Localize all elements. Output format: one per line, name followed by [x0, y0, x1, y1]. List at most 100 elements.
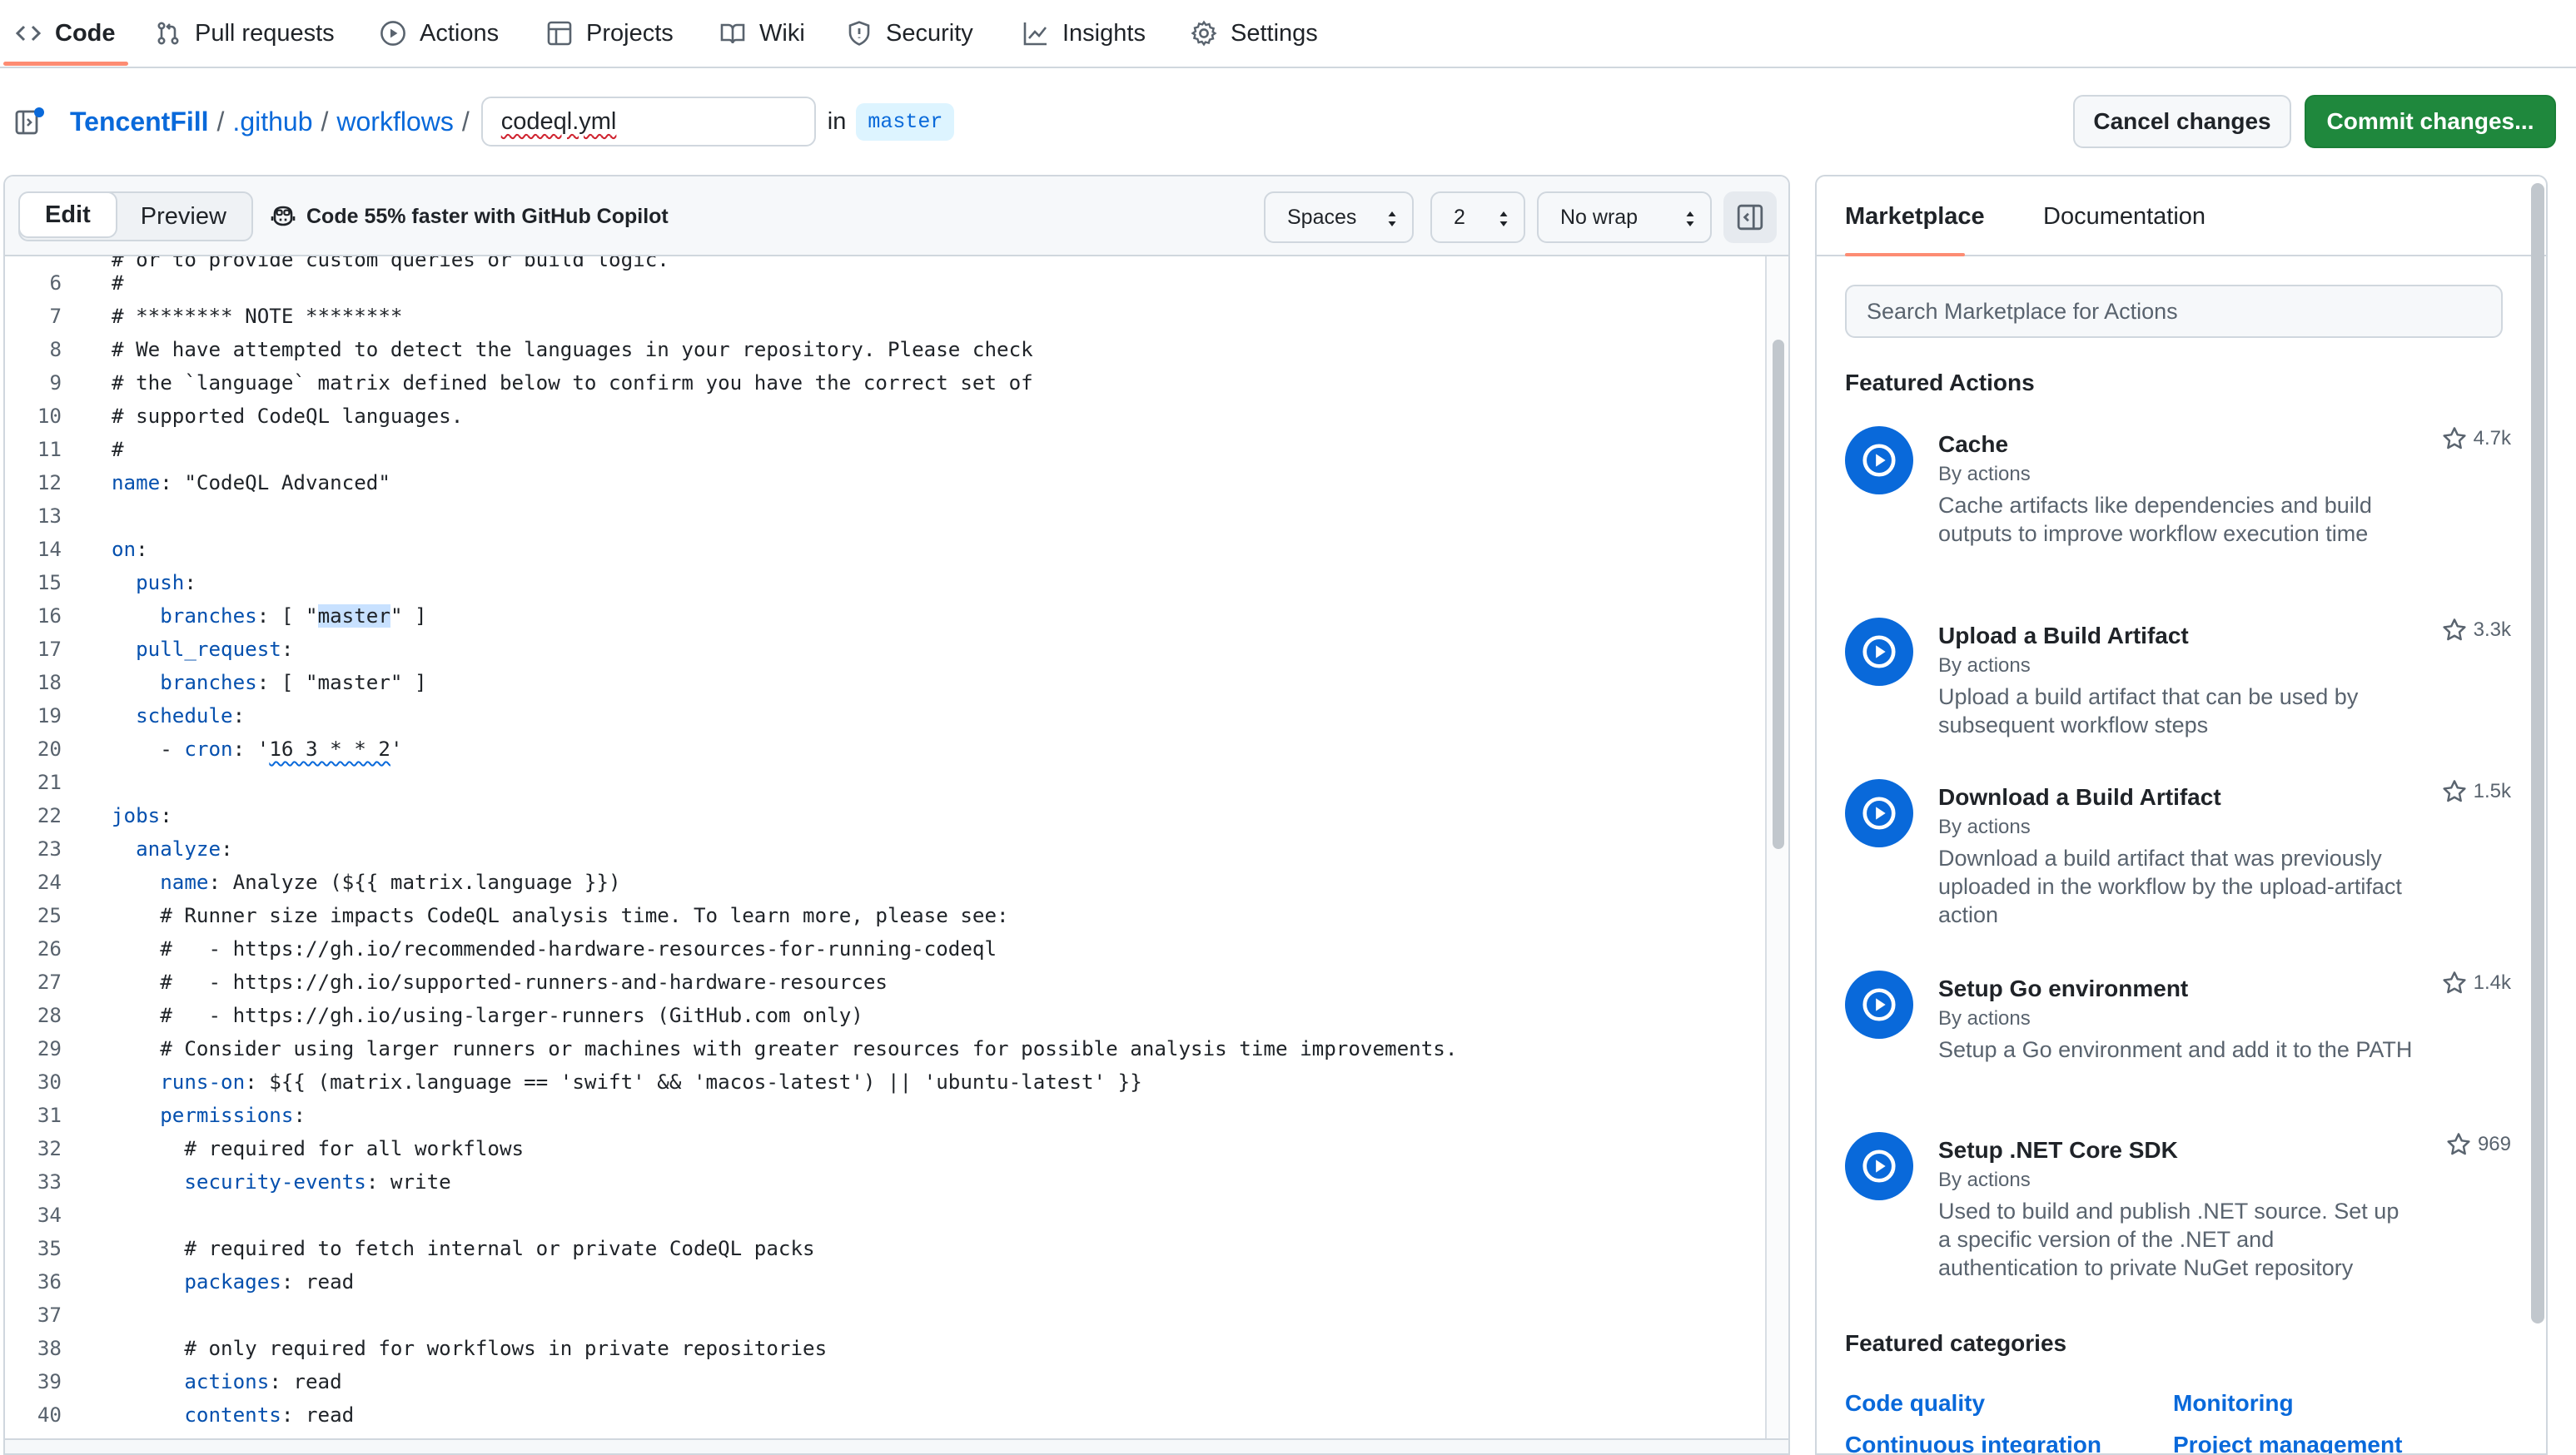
category-link-monitoring[interactable]: Monitoring — [2173, 1390, 2294, 1417]
code-text: # Consider using larger runners or machi… — [112, 1037, 1458, 1060]
yaml-value: : ' — [232, 737, 270, 761]
breadcrumb-separator: / — [461, 106, 470, 137]
commit-changes-button[interactable]: Commit changes... — [2305, 95, 2556, 148]
editor-horizontal-scrollbar[interactable] — [5, 1438, 1788, 1453]
indent-mode-select[interactable]: Spaces — [1264, 191, 1414, 243]
nav-insights[interactable]: Insights — [1022, 0, 1146, 67]
code-line: 34 — [5, 1199, 1763, 1232]
breadcrumb-folder[interactable]: workflows — [336, 107, 453, 137]
yaml-value: " ] — [390, 604, 427, 628]
copilot-promo[interactable]: Code 55% faster with GitHub Copilot — [270, 196, 669, 236]
yaml-key: on — [112, 538, 137, 561]
editor-toolbar: Edit Preview Code 55% faster with GitHub… — [5, 176, 1788, 256]
indent-size-select[interactable]: 2 — [1430, 191, 1525, 243]
branch-badge: master — [856, 102, 955, 141]
line-number: 17 — [37, 638, 62, 661]
action-title[interactable]: Cache — [1938, 431, 2008, 458]
nav-actions[interactable]: Actions — [380, 0, 499, 67]
code-line: 36 packages: read — [5, 1265, 1763, 1299]
line-number: 13 — [37, 504, 62, 528]
indent-mode-value: Spaces — [1287, 205, 1357, 229]
action-star-count: 969 — [2477, 1133, 2511, 1155]
line-number: 31 — [37, 1104, 62, 1127]
nav-wiki[interactable]: Wiki — [719, 0, 805, 67]
nav-projects[interactable]: Projects — [546, 0, 674, 67]
code-line: 6 # — [5, 266, 1763, 300]
line-number: 25 — [37, 904, 62, 927]
code-line-text: runs-on: ${{ (matrix.language == 'swift'… — [112, 1070, 1142, 1094]
action-title[interactable]: Upload a Build Artifact — [1938, 623, 2189, 649]
code-line: 25 # Runner size impacts CodeQL analysis… — [5, 899, 1763, 932]
code-line: 7 # ******** NOTE ******** — [5, 300, 1763, 333]
action-title[interactable]: Download a Build Artifact — [1938, 784, 2221, 811]
code-icon — [15, 25, 42, 42]
edit-tab[interactable]: Edit — [19, 193, 117, 238]
star-icon — [2443, 780, 2466, 802]
action-title[interactable]: Setup .NET Core SDK — [1938, 1137, 2178, 1164]
editor-vertical-scrollbar[interactable] — [1765, 256, 1788, 1438]
line-number: 36 — [37, 1270, 62, 1294]
cancel-changes-button[interactable]: Cancel changes — [2073, 95, 2291, 148]
tab-marketplace[interactable]: Marketplace — [1845, 176, 1985, 256]
filename-input[interactable]: codeql.yml — [480, 97, 816, 146]
code-line: 10 # supported CodeQL languages. — [5, 400, 1763, 433]
code-line-text: push: — [112, 571, 196, 594]
editor-scroll-thumb[interactable] — [1773, 340, 1784, 849]
wrap-mode-select[interactable]: No wrap — [1537, 191, 1712, 243]
breadcrumb-repo[interactable]: .github — [232, 107, 312, 137]
nav-settings[interactable]: Settings — [1191, 0, 1318, 67]
yaml-key: push — [136, 571, 185, 594]
yaml-value: ' — [390, 737, 403, 761]
code-line: 17 pull_request: — [5, 633, 1763, 666]
code-line: 35 # required to fetch internal or priva… — [5, 1232, 1763, 1265]
category-link-continuous-integration[interactable]: Continuous integration — [1845, 1432, 2101, 1453]
file-tree-toggle-icon[interactable] — [15, 107, 45, 137]
side-panel-toggle-button[interactable] — [1723, 191, 1777, 243]
code-line-text: # Runner size impacts CodeQL analysis ti… — [112, 904, 1008, 927]
code-text: # - https://gh.io/supported-runners-and-… — [112, 971, 888, 994]
category-link-project-management[interactable]: Project management — [2173, 1432, 2402, 1453]
yaml-value: : read — [281, 1403, 355, 1427]
code-line: 27 # - https://gh.io/supported-runners-a… — [5, 966, 1763, 999]
line-number: 16 — [37, 604, 62, 628]
line-number: 28 — [37, 1004, 62, 1027]
code-text: # the `language` matrix defined below to… — [112, 371, 1033, 395]
code-text: # supported CodeQL languages. — [112, 405, 464, 428]
code-line: 9 # the `language` matrix defined below t… — [5, 366, 1763, 400]
star-icon — [2443, 971, 2466, 994]
action-author: By actions — [1938, 1007, 2031, 1030]
yaml-value: : — [184, 571, 196, 594]
nav-code[interactable]: Code — [15, 0, 116, 67]
marketplace-search-input[interactable] — [1845, 285, 2503, 338]
side-panel-scrollbar[interactable] — [2531, 183, 2544, 1323]
branch-in-label: in — [827, 107, 847, 135]
code-text: # ******** NOTE ******** — [112, 305, 403, 328]
nav-security-label: Security — [886, 19, 973, 47]
yaml-key: name — [112, 471, 161, 494]
side-tab-indicator — [1845, 253, 1965, 256]
breadcrumb-owner[interactable]: TencentFill — [70, 107, 209, 137]
code-content[interactable]: # or to provide custom queries or build … — [5, 256, 1763, 1438]
code-line-text: on: — [112, 538, 148, 561]
category-link-code-quality[interactable]: Code quality — [1845, 1390, 1985, 1417]
action-title[interactable]: Setup Go environment — [1938, 976, 2188, 1002]
preview-tab[interactable]: Preview — [116, 193, 251, 240]
yaml-key: packages — [184, 1270, 281, 1294]
nav-security[interactable]: Security — [846, 0, 973, 67]
code-line-text: name: Analyze (${{ matrix.language }}) — [112, 871, 620, 894]
tab-documentation[interactable]: Documentation — [2043, 176, 2206, 256]
code-line-text: branches: [ "master" ] — [112, 604, 427, 628]
star-icon — [2443, 427, 2466, 449]
play-circle-icon — [380, 21, 405, 46]
code-line: 23 analyze: — [5, 832, 1763, 866]
nav-pull-requests[interactable]: Pull requests — [155, 0, 335, 67]
code-line: 40 contents: read — [5, 1398, 1763, 1432]
action-stars: 969 — [2446, 1132, 2511, 1157]
code-line-text: # required to fetch internal or private … — [112, 1237, 814, 1260]
yaml-value: : — [221, 837, 233, 861]
